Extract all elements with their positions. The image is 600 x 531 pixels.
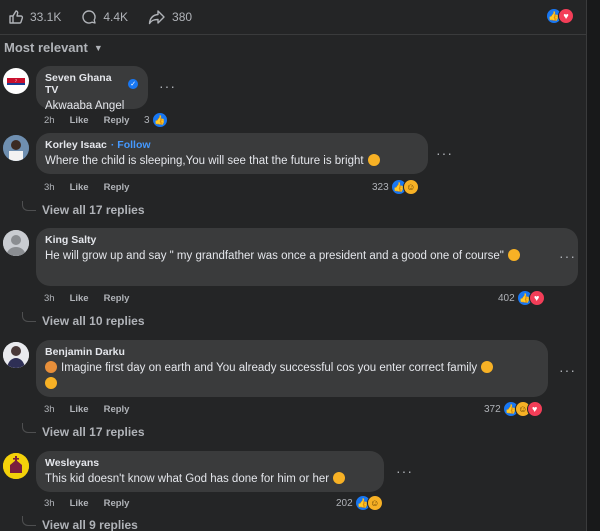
like-reaction-icon: 👍: [151, 112, 168, 128]
comment-reactions[interactable]: 372 👍 ☺ ♥: [484, 401, 543, 417]
comment-time[interactable]: 2h: [44, 115, 55, 126]
comment-bubble: Korley Isaac · Follow Where the child is…: [36, 133, 428, 174]
reply-thread-line: [22, 312, 36, 322]
comment-bubble: Benjamin Darku Imagine first day on eart…: [36, 340, 548, 397]
comment-stat[interactable]: 4.4K: [81, 9, 128, 25]
comment-author[interactable]: King Salty: [45, 234, 96, 246]
reply-thread-line: [22, 423, 36, 433]
person-photo-icon: [3, 342, 29, 368]
view-replies-label: View all 17 replies: [42, 203, 145, 217]
view-replies-label: View all 10 replies: [42, 314, 145, 328]
comment-count: 4.4K: [103, 10, 129, 24]
comment-text: Where the child is sleeping,You will see…: [45, 155, 364, 167]
like-button[interactable]: Like: [70, 498, 89, 509]
verified-badge-icon: ✓: [128, 79, 138, 89]
comment-text: Akwaaba Angel: [45, 100, 125, 112]
avatar[interactable]: [3, 342, 29, 368]
person-emoji-icon: [45, 361, 57, 373]
reaction-count: 402: [498, 292, 515, 304]
share-arrow-icon: [148, 10, 165, 25]
reply-button[interactable]: Reply: [104, 115, 130, 126]
comment-time[interactable]: 3h: [44, 182, 55, 193]
comment-author[interactable]: Seven Ghana TV: [45, 72, 124, 96]
like-button[interactable]: Like: [70, 182, 89, 193]
avatar[interactable]: 7: [3, 68, 29, 94]
reply-button[interactable]: Reply: [104, 293, 130, 304]
avatar[interactable]: [3, 230, 29, 256]
reply-button[interactable]: Reply: [104, 498, 130, 509]
share-count: 380: [172, 10, 193, 24]
comment-time[interactable]: 3h: [44, 404, 55, 415]
haha-reaction-icon: ☺: [402, 179, 419, 195]
comment-time[interactable]: 3h: [44, 293, 55, 304]
comment-bubble: Seven Ghana TV ✓ Akwaaba Angel: [36, 66, 148, 112]
view-replies-label: View all 9 replies: [42, 518, 138, 531]
grin-sweat-emoji-icon: [333, 472, 346, 484]
avatar[interactable]: [3, 453, 29, 479]
like-stat[interactable]: 33.1K: [8, 9, 61, 25]
reply-thread-line: [22, 516, 36, 526]
caret-down-icon: ▼: [93, 42, 103, 53]
reply-button[interactable]: Reply: [104, 404, 130, 415]
love-reaction-icon: ♥: [558, 8, 574, 24]
love-reaction-icon: ♥: [528, 290, 545, 306]
reaction-count: 323: [372, 181, 389, 193]
comment-bubble: King Salty He will grow up and say " my …: [36, 228, 578, 286]
church-logo-icon: [3, 453, 29, 479]
window-edge: [586, 0, 600, 531]
comment-author[interactable]: Wesleyans: [45, 457, 99, 469]
reaction-count: 372: [484, 403, 501, 415]
ok-hand-emoji-icon: [45, 377, 57, 389]
comment-bubble: Wesleyans This kid doesn't know what God…: [36, 451, 384, 492]
more-options-icon[interactable]: ···: [436, 145, 453, 161]
share-stat[interactable]: 380: [148, 9, 192, 25]
default-avatar-icon: [3, 230, 29, 256]
sort-label: Most relevant: [4, 40, 88, 55]
thumbs-up-icon: [9, 10, 24, 24]
comment-reactions[interactable]: 323 👍 ☺: [372, 179, 419, 195]
view-replies-link[interactable]: View all 17 replies: [22, 201, 145, 217]
channel-logo-icon: 7: [7, 78, 25, 85]
view-replies-label: View all 17 replies: [42, 425, 145, 439]
like-button[interactable]: Like: [70, 293, 89, 304]
more-options-icon[interactable]: ···: [159, 78, 176, 94]
divider: [0, 34, 586, 35]
view-replies-link[interactable]: View all 9 replies: [22, 516, 138, 531]
comment-reactions[interactable]: 402 👍 ♥: [498, 290, 545, 306]
star-eyes-emoji-icon: [481, 361, 494, 373]
post-reactions[interactable]: 👍 ♥: [546, 8, 574, 24]
grin-sweat-emoji-icon: [367, 154, 380, 166]
comment-reactions[interactable]: 202 👍 ☺: [336, 495, 383, 511]
comment-author[interactable]: Korley Isaac: [45, 139, 107, 151]
avatar[interactable]: [3, 135, 29, 161]
comment-reactions[interactable]: 3 👍: [144, 112, 168, 128]
reaction-count: 202: [336, 497, 353, 509]
reply-thread-line: [22, 201, 36, 211]
comment-author[interactable]: Benjamin Darku: [45, 346, 125, 358]
smile-emoji-icon: [507, 249, 520, 261]
view-replies-link[interactable]: View all 10 replies: [22, 312, 145, 328]
more-options-icon[interactable]: ···: [396, 463, 413, 479]
love-reaction-icon: ♥: [526, 401, 543, 417]
follow-link[interactable]: · Follow: [111, 139, 151, 151]
like-button[interactable]: Like: [70, 404, 89, 415]
sort-dropdown[interactable]: Most relevant ▼: [4, 40, 103, 55]
comment-text: Imagine first day on earth and You alrea…: [61, 362, 478, 374]
post-stats-bar: 33.1K 4.4K 380 👍 ♥: [0, 0, 586, 34]
like-button[interactable]: Like: [70, 115, 89, 126]
reply-button[interactable]: Reply: [104, 182, 130, 193]
more-options-icon[interactable]: ···: [559, 362, 576, 378]
view-replies-link[interactable]: View all 17 replies: [22, 423, 145, 439]
comment-time[interactable]: 3h: [44, 498, 55, 509]
like-count: 33.1K: [30, 10, 62, 24]
haha-reaction-icon: ☺: [366, 495, 383, 511]
comment-bubble-icon: [82, 10, 97, 24]
reaction-count: 3: [144, 114, 150, 126]
person-photo-icon: [3, 135, 29, 161]
comment-text: He will grow up and say " my grandfather…: [45, 250, 504, 262]
more-options-icon[interactable]: ···: [559, 248, 576, 264]
comment-text: This kid doesn't know what God has done …: [45, 473, 330, 485]
